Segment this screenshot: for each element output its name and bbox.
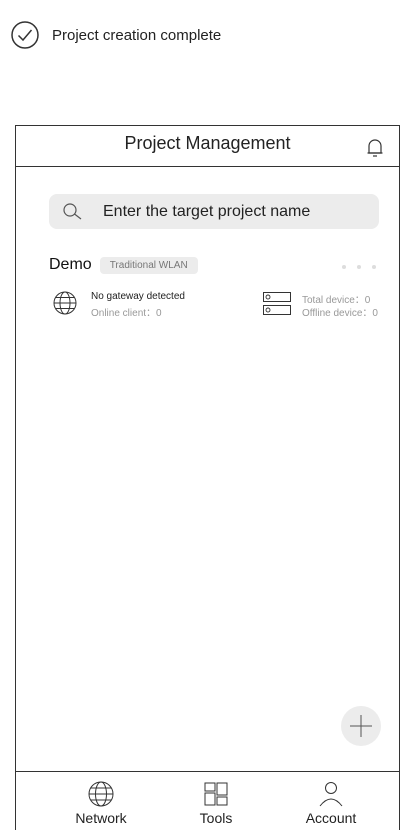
tab-label: Network: [75, 810, 127, 826]
project-stats: No gateway detected Online client：0 Tota…: [49, 289, 379, 329]
page-title: Project Management: [124, 133, 291, 153]
globe-icon: [53, 291, 77, 315]
tab-label: Account: [305, 810, 357, 826]
check-circle-icon: [11, 21, 39, 49]
device-icon: [263, 292, 291, 302]
tab-network[interactable]: Network: [56, 780, 146, 826]
title-bar: Project Management: [16, 126, 399, 167]
tab-label: Tools: [199, 810, 233, 826]
tab-tools[interactable]: Tools: [171, 780, 261, 826]
phone-screen: Project Management Enter the target proj…: [15, 125, 400, 830]
plus-icon: [350, 715, 372, 737]
offline-device-count: Offline device：0: [302, 308, 378, 319]
user-icon: [319, 782, 343, 807]
project-type-badge: Traditional WLAN: [99, 256, 198, 274]
project-card[interactable]: Demo Traditional WLAN No gateway detecte…: [49, 254, 379, 334]
bell-icon[interactable]: [366, 138, 384, 158]
globe-icon: [88, 781, 114, 807]
gateway-status: No gateway detected: [91, 291, 185, 302]
grid-icon: [204, 782, 228, 806]
more-options-icon[interactable]: [339, 264, 379, 270]
caption: Project creation complete: [10, 20, 221, 50]
bottom-tab-bar: Network Tools Account: [16, 771, 399, 832]
search-icon: [63, 202, 82, 219]
search-input[interactable]: Enter the target project name: [49, 194, 379, 229]
search-placeholder: Enter the target project name: [103, 202, 311, 220]
add-project-button[interactable]: [341, 706, 381, 746]
tab-account[interactable]: Account: [286, 780, 376, 826]
offline-device-icon: [263, 305, 291, 315]
project-name: Demo: [49, 256, 92, 273]
online-client-count: Online client：0: [91, 308, 162, 319]
caption-text: Project creation complete: [52, 26, 222, 44]
